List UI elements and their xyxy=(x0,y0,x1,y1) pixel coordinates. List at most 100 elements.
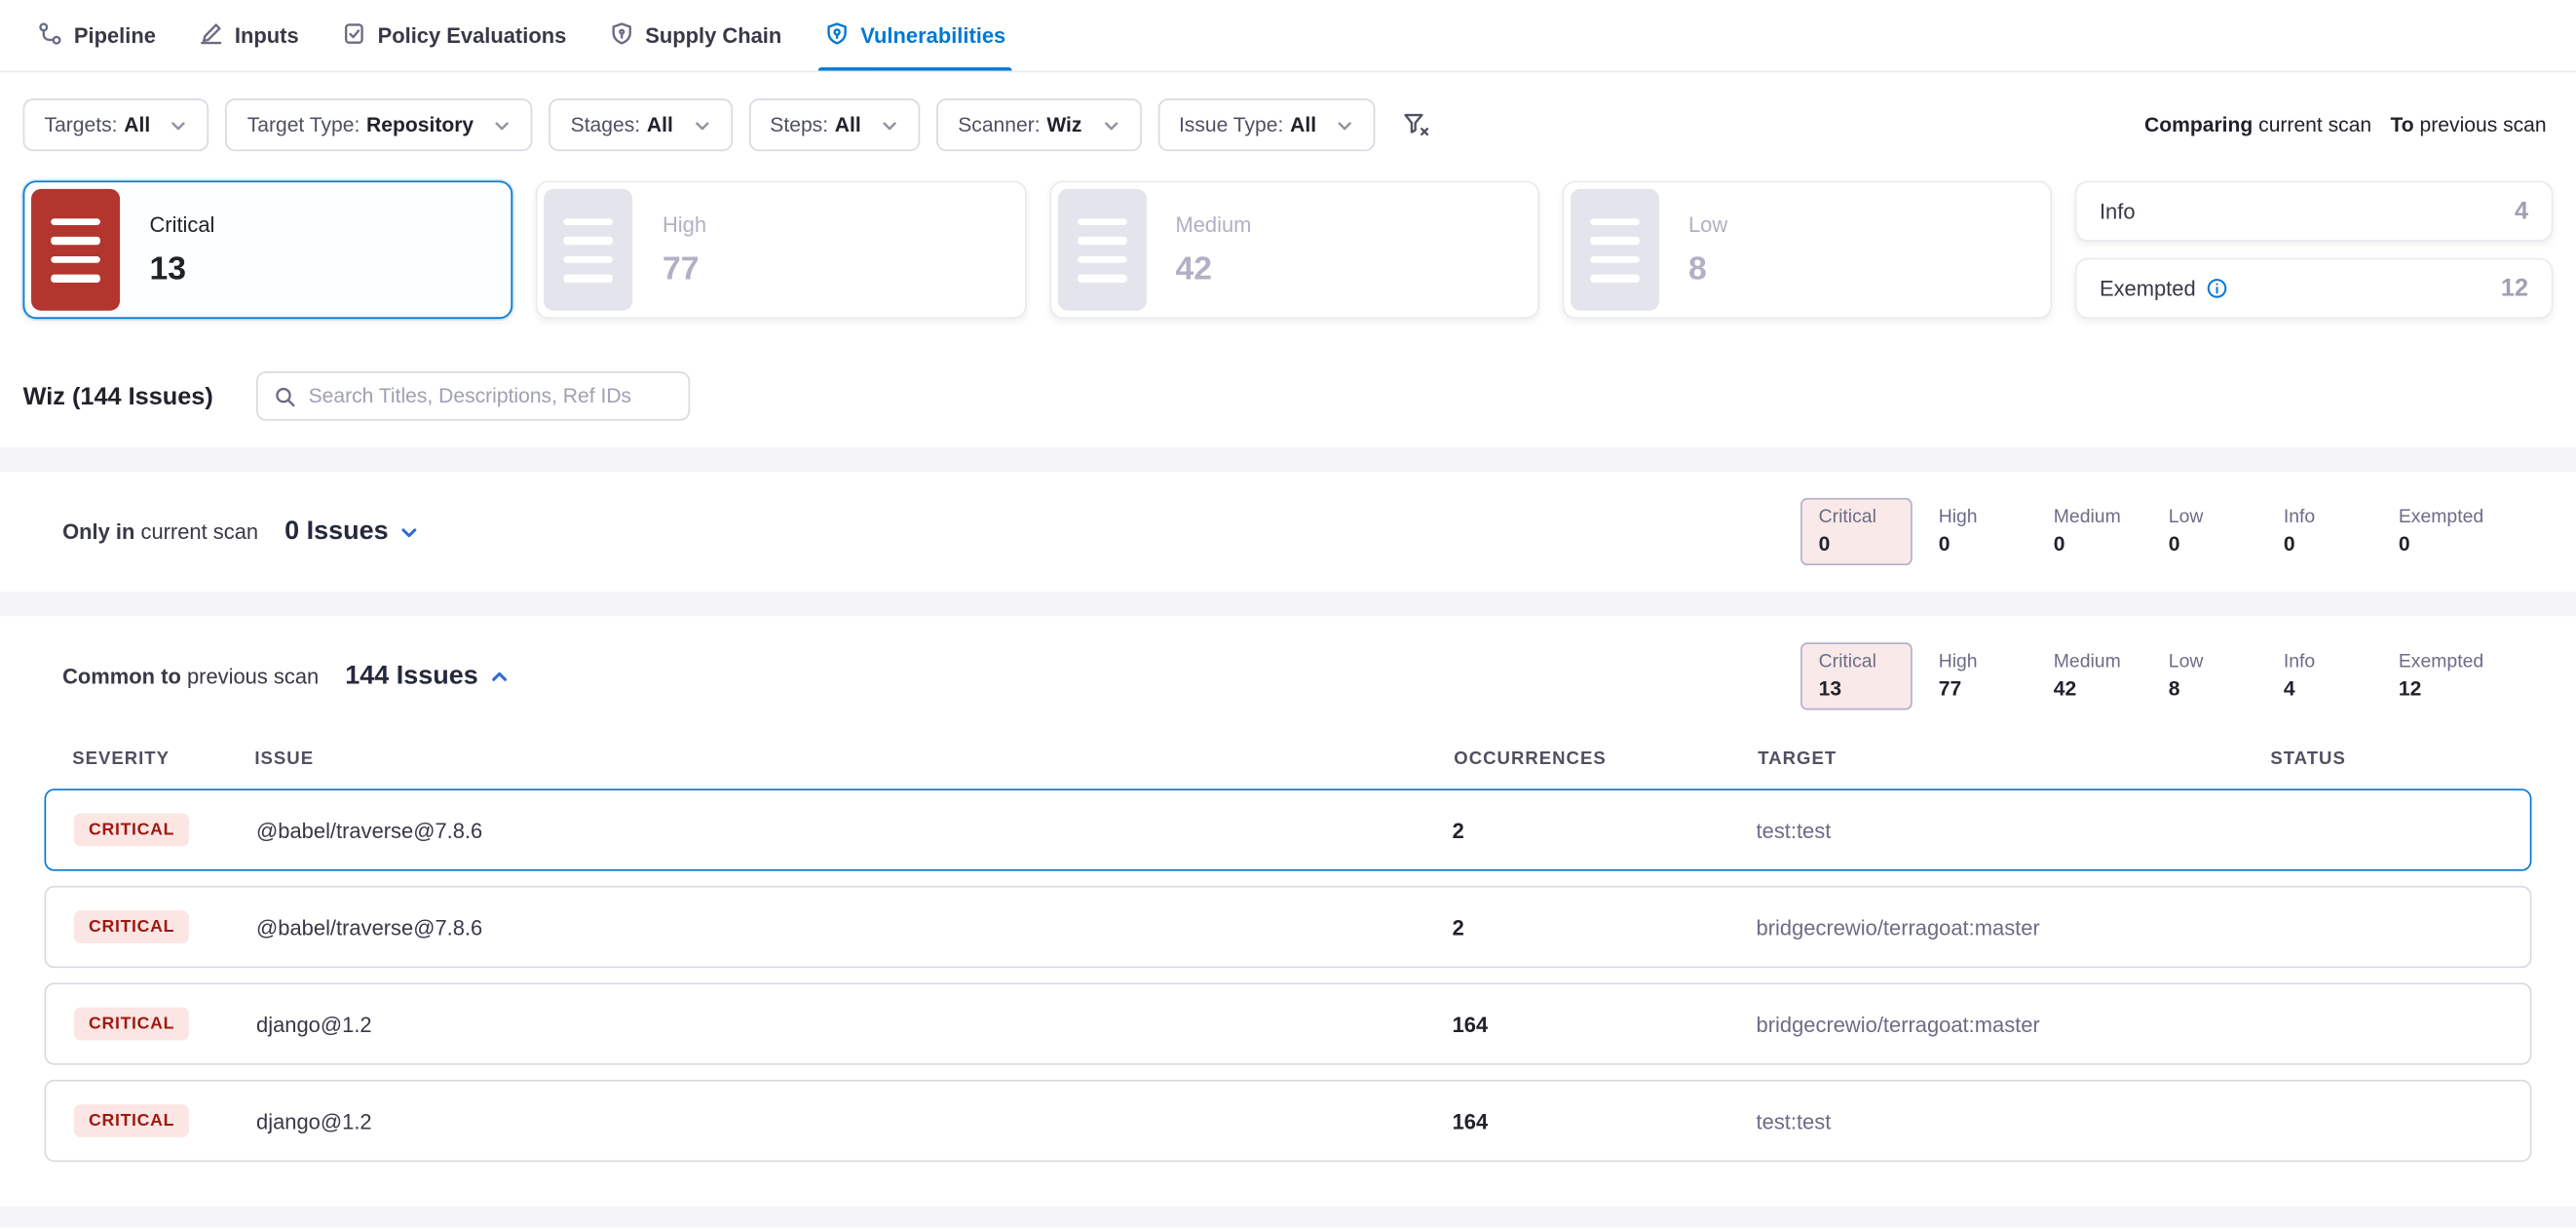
severity-badge: CRITICAL xyxy=(74,814,189,847)
severity-card-count: 42 xyxy=(1175,250,1251,288)
severity-summary: Critical 13 High 77 Medium 42 Low 8 Info… xyxy=(1800,642,2514,710)
chevron-down-icon xyxy=(170,116,188,134)
table-row[interactable]: CRITICAL django@1.2 164 test:test xyxy=(45,1080,2532,1162)
section-label-rest: previous scan xyxy=(187,664,319,688)
search-input[interactable] xyxy=(309,385,672,408)
comparing-to-value: previous scan xyxy=(2420,113,2547,136)
summary-value: 77 xyxy=(1939,677,2054,701)
summary-medium[interactable]: Medium 42 xyxy=(2054,644,2169,709)
severity-card-label: Critical xyxy=(149,211,214,236)
section-label-bold: Only in xyxy=(62,519,134,544)
filter-steps[interactable]: Steps: All xyxy=(748,98,920,151)
filter-label: Target Type: xyxy=(247,113,360,136)
bottom-divider xyxy=(0,1207,2576,1228)
summary-value: 0 xyxy=(2399,532,2514,556)
severity-card-low[interactable]: Low 8 xyxy=(1562,180,2052,319)
column-header-issue: ISSUE xyxy=(254,749,1454,769)
low-list-icon xyxy=(1571,189,1659,311)
summary-value: 0 xyxy=(1819,532,1895,556)
summary-low[interactable]: Low 8 xyxy=(2169,644,2284,709)
comparing-label: Comparing xyxy=(2144,113,2253,136)
severity-card-count: 77 xyxy=(663,250,706,288)
common-issues-toggle[interactable]: 144 Issues xyxy=(345,662,510,691)
filter-target-type[interactable]: Target Type:Repository xyxy=(226,98,533,151)
summary-value: 13 xyxy=(1819,677,1895,701)
tab-policy-evaluations[interactable]: Policy Evaluations xyxy=(321,0,588,71)
tab-inputs[interactable]: Inputs xyxy=(177,0,321,71)
target-cell: test:test xyxy=(1757,1108,2269,1132)
inputs-icon xyxy=(199,20,223,50)
summary-label: High xyxy=(1939,508,2054,527)
occurrences-cell: 2 xyxy=(1453,818,1757,842)
section-label-bold: Common to xyxy=(62,664,181,688)
vulnerabilities-page: Pipeline Inputs Policy Evaluations Suppl… xyxy=(0,0,2576,1228)
column-header-status: STATUS xyxy=(2270,749,2503,769)
filter-targets[interactable]: Targets:All xyxy=(23,98,209,151)
severity-card-medium[interactable]: Medium 42 xyxy=(1049,180,1539,319)
tab-vulnerabilities[interactable]: Vulnerabilities xyxy=(803,0,1027,71)
severity-card-critical[interactable]: Critical 13 xyxy=(23,180,513,319)
search-icon xyxy=(274,385,295,406)
occurrences-cell: 2 xyxy=(1453,914,1757,939)
filter-stages[interactable]: Stages:All xyxy=(549,98,733,151)
tab-label: Vulnerabilities xyxy=(860,23,1005,48)
only-in-issues-toggle[interactable]: 0 Issues xyxy=(284,517,420,546)
summary-low[interactable]: Low 0 xyxy=(2169,500,2284,564)
column-header-severity: SEVERITY xyxy=(72,749,254,769)
summary-label: Exempted xyxy=(2399,652,2514,672)
summary-value: 0 xyxy=(2169,532,2284,556)
chevron-up-icon xyxy=(490,667,510,686)
info-card[interactable]: Info 4 xyxy=(2075,180,2554,241)
table-row[interactable]: CRITICAL @babel/traverse@7.8.6 2 test:te… xyxy=(45,788,2532,870)
table-row[interactable]: CRITICAL @babel/traverse@7.8.6 2 bridgec… xyxy=(45,886,2532,968)
section-label: Common to previous scan xyxy=(62,664,319,688)
column-header-target: TARGET xyxy=(1758,749,2270,769)
chevron-down-icon xyxy=(493,116,511,134)
summary-medium[interactable]: Medium 0 xyxy=(2054,500,2169,564)
pipeline-icon xyxy=(38,20,62,50)
filter-label: Targets: xyxy=(45,113,118,136)
filter-label: Scanner: xyxy=(958,113,1040,136)
summary-exempted[interactable]: Exempted 12 xyxy=(2399,644,2514,709)
section-label: Only in current scan xyxy=(62,519,258,544)
chevron-down-icon xyxy=(881,116,899,134)
severity-card-text: Low 8 xyxy=(1688,211,1727,288)
severity-card-count: 8 xyxy=(1688,250,1727,288)
summary-critical[interactable]: Critical 13 xyxy=(1800,642,1913,710)
severity-card-count: 13 xyxy=(149,250,214,288)
exempted-card-label: Exempted xyxy=(2100,276,2196,300)
comparing-value: current scan xyxy=(2258,113,2371,136)
filter-scanner[interactable]: Scanner:Wiz xyxy=(936,98,1141,151)
summary-high[interactable]: High 0 xyxy=(1939,500,2054,564)
filter-label: Steps: xyxy=(770,113,828,136)
summary-exempted[interactable]: Exempted 0 xyxy=(2399,500,2514,564)
filter-value: All xyxy=(1290,113,1316,136)
summary-value: 42 xyxy=(2054,677,2169,701)
summary-value: 0 xyxy=(2284,532,2399,556)
filter-value: All xyxy=(835,113,861,136)
severity-card-high[interactable]: High 77 xyxy=(536,180,1026,319)
filter-issue-type[interactable]: Issue Type:All xyxy=(1157,98,1376,151)
summary-critical[interactable]: Critical 0 xyxy=(1800,498,1913,565)
chevron-down-icon xyxy=(399,521,419,541)
chevron-down-icon xyxy=(1102,116,1120,134)
common-to-previous-scan-section: Common to previous scan 144 Issues Criti… xyxy=(0,616,2576,736)
exempted-card[interactable]: Exempted 12 xyxy=(2075,258,2554,319)
target-cell: bridgecrewio/terragoat:master xyxy=(1757,914,2269,939)
viewport: Pipeline Inputs Policy Evaluations Suppl… xyxy=(0,0,2576,1228)
clear-filters-button[interactable] xyxy=(1402,110,1431,139)
target-cell: test:test xyxy=(1757,818,2269,842)
summary-info[interactable]: Info 4 xyxy=(2284,644,2399,709)
summary-high[interactable]: High 77 xyxy=(1939,644,2054,709)
severity-card-label: Medium xyxy=(1175,211,1251,236)
summary-info[interactable]: Info 0 xyxy=(2284,500,2399,564)
tab-pipeline[interactable]: Pipeline xyxy=(17,0,177,71)
critical-list-icon xyxy=(31,189,120,311)
table-row[interactable]: CRITICAL django@1.2 164 bridgecrewio/ter… xyxy=(45,982,2532,1064)
summary-label: Medium xyxy=(2054,652,2169,672)
severity-summary: Critical 0 High 0 Medium 0 Low 0 Info 0 … xyxy=(1800,498,2514,565)
info-circle-icon[interactable] xyxy=(2206,278,2227,299)
comparing-to-label: To xyxy=(2391,113,2414,136)
severity-card-label: High xyxy=(663,211,706,236)
tab-supply-chain[interactable]: Supply Chain xyxy=(587,0,803,71)
